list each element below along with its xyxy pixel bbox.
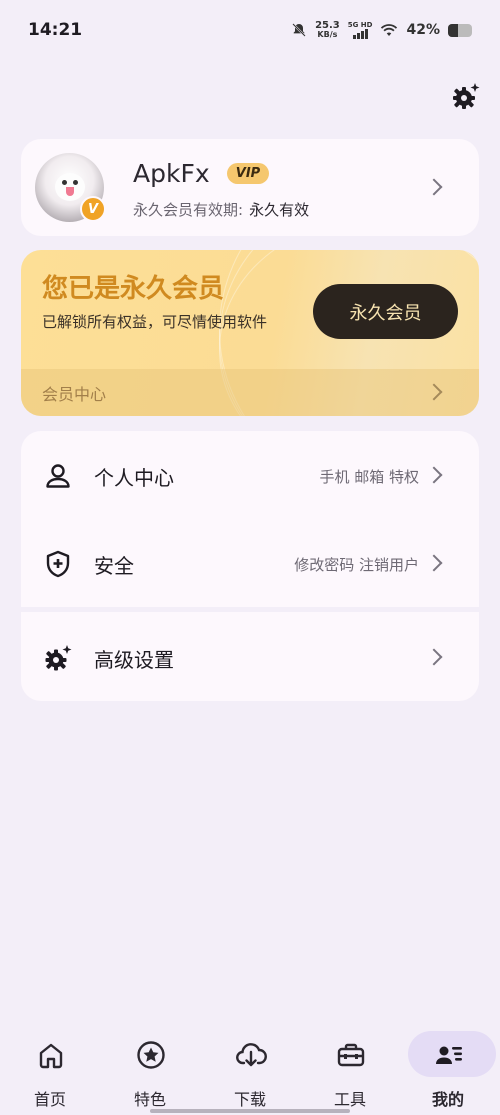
nav-label: 下载 xyxy=(233,1090,266,1109)
expiry-value: 永久有效 xyxy=(249,201,310,219)
status-icons: 25.3 KB/s 5G HD 42% xyxy=(291,21,472,39)
wifi-icon xyxy=(381,24,398,36)
menu-hint: 手机 邮箱 特权 xyxy=(319,468,419,486)
gear-sparkle-icon xyxy=(453,83,480,109)
menu-label: 安全 xyxy=(94,554,134,578)
battery-icon xyxy=(448,23,472,37)
nav-label: 工具 xyxy=(333,1090,366,1109)
home-icon xyxy=(39,1043,63,1069)
chevron-right-icon xyxy=(425,554,443,572)
profile-list-icon xyxy=(436,1046,462,1064)
chevron-right-icon xyxy=(425,648,443,666)
nav-home[interactable]: 首页 xyxy=(5,1022,95,1109)
menu-item-advanced-settings[interactable]: 高级设置 xyxy=(21,613,479,701)
nav-label: 我的 xyxy=(431,1090,464,1109)
menu-hint: 修改密码 注销用户 xyxy=(294,556,419,574)
menu-item-personal-center[interactable]: 个人中心 手机 邮箱 特权 xyxy=(21,431,479,519)
chevron-right-icon xyxy=(425,466,443,484)
nav-label: 首页 xyxy=(33,1090,66,1109)
mute-bell-icon xyxy=(292,23,306,37)
net-speed-unit: KB/s xyxy=(317,30,338,39)
star-circle-icon xyxy=(137,1041,165,1069)
signal-label: 5G HD xyxy=(347,21,373,29)
nav-download[interactable]: 下载 xyxy=(205,1022,295,1109)
settings-menu: 个人中心 手机 邮箱 特权 安全 修改密码 注销用户 高级设置 xyxy=(21,431,479,701)
menu-label: 个人中心 xyxy=(94,466,174,490)
status-time: 14:21 xyxy=(28,20,83,40)
battery-percent: 42% xyxy=(406,22,440,38)
username: ApkFx xyxy=(133,159,210,188)
settings-button[interactable] xyxy=(450,80,482,112)
membership-card: 您已是永久会员 已解锁所有权益，可尽情使用软件 永久会员 会员中心 xyxy=(21,250,479,416)
cell-signal: 5G HD xyxy=(347,21,373,39)
net-speed: 25.3 KB/s xyxy=(315,20,340,40)
expiry-label: 永久会员有效期: xyxy=(133,201,244,219)
net-speed-value: 25.3 xyxy=(315,20,340,31)
membership-expiry: 永久会员有效期: 永久有效 xyxy=(133,199,309,220)
profile-card[interactable]: V ApkFx VIP 永久会员有效期: 永久有效 xyxy=(21,139,479,236)
shield-plus-icon xyxy=(46,550,70,578)
bottom-nav: 首页 特色 下载 工具 我的 xyxy=(0,1010,500,1115)
membership-subtitle: 已解锁所有权益，可尽情使用软件 xyxy=(42,313,268,331)
nav-mine[interactable]: 我的 xyxy=(403,1022,496,1109)
status-bar: 14:21 25.3 KB/s 5G HD 42% xyxy=(0,0,500,60)
chevron-right-icon xyxy=(425,383,443,401)
member-center-link[interactable]: 会员中心 xyxy=(21,369,479,416)
nav-label: 特色 xyxy=(133,1090,166,1109)
lifetime-member-button[interactable]: 永久会员 xyxy=(313,284,458,339)
menu-divider xyxy=(21,607,479,612)
toolbox-icon xyxy=(337,1043,365,1067)
chevron-right-icon xyxy=(425,178,443,196)
nav-featured[interactable]: 特色 xyxy=(105,1022,195,1109)
gear-sparkle-icon xyxy=(45,645,72,671)
menu-item-security[interactable]: 安全 修改密码 注销用户 xyxy=(21,519,479,607)
menu-label: 高级设置 xyxy=(94,648,174,672)
home-indicator[interactable] xyxy=(150,1109,350,1113)
signal-bars-icon xyxy=(352,29,368,39)
vip-badge: VIP xyxy=(227,163,269,184)
person-icon xyxy=(46,464,70,488)
membership-title: 您已是永久会员 xyxy=(42,274,225,304)
verified-badge: V xyxy=(80,196,106,222)
cloud-download-icon xyxy=(236,1043,267,1067)
member-center-label: 会员中心 xyxy=(42,385,107,404)
nav-tools[interactable]: 工具 xyxy=(305,1022,395,1109)
